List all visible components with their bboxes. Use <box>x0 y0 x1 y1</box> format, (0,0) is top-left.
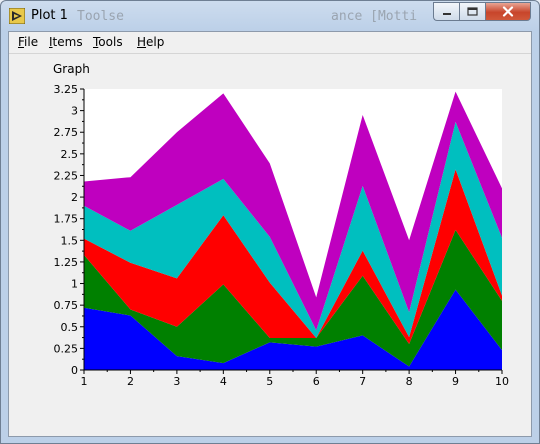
menu-items[interactable]: Items <box>49 35 83 49</box>
minimize-icon <box>442 12 451 15</box>
y-tick-label: 0.5 <box>61 321 79 334</box>
y-tick-label: 1 <box>71 278 78 291</box>
minimize-button[interactable] <box>433 2 459 21</box>
x-tick-label: 5 <box>266 375 273 388</box>
graph-chart[interactable]: 0 0.25 0.5 0.75 1 1.25 1.5 1.75 2 2.25 2.5 2.75 3 3.2… <box>9 54 531 436</box>
close-button[interactable] <box>485 2 531 21</box>
y-tick-label: 3 <box>71 105 78 118</box>
menu-help[interactable]: Help <box>137 35 164 49</box>
y-tick-label: 2 <box>71 191 78 204</box>
title-bar[interactable]: Plot 1 Toolse ance [Motti <box>1 1 539 31</box>
maximize-icon <box>467 7 478 16</box>
background-window-text: Toolse <box>77 9 124 24</box>
x-tick-label: 9 <box>452 375 459 388</box>
window-title: Plot 1 <box>31 8 68 23</box>
y-tick-label: 0.75 <box>54 299 79 312</box>
x-tick-label: 1 <box>81 375 88 388</box>
graph-panel: Graph 0 0.25 0.5 0.75 1 1.25 1.5 1.75 2 2.25 2.5 2.… <box>9 54 531 436</box>
maximize-button[interactable] <box>459 2 485 21</box>
y-tick-label: 1.25 <box>54 256 79 269</box>
y-tick-label: 0 <box>71 364 78 377</box>
labview-app-icon <box>9 8 25 24</box>
x-tick-label: 6 <box>313 375 320 388</box>
y-tick-label: 2.5 <box>61 148 79 161</box>
y-tick-label: 0.25 <box>54 342 79 355</box>
x-tick-label: 8 <box>406 375 413 388</box>
menu-bar: File Items Tools Help <box>9 32 531 52</box>
x-tick-label: 7 <box>359 375 366 388</box>
x-tick-label: 10 <box>495 375 509 388</box>
menu-file[interactable]: File <box>18 35 38 49</box>
close-icon <box>502 6 514 17</box>
menu-tools[interactable]: Tools <box>93 35 123 49</box>
y-tick-label: 3.25 <box>54 83 79 96</box>
y-tick-label: 1.75 <box>54 213 79 226</box>
y-tick-label: 1.5 <box>61 234 79 247</box>
y-tick-label: 2.25 <box>54 169 79 182</box>
x-tick-label: 3 <box>173 375 180 388</box>
y-tick-label: 2.75 <box>54 126 79 139</box>
plot-window: Plot 1 Toolse ance [Motti File Items Too… <box>0 0 540 444</box>
x-tick-label: 2 <box>127 375 134 388</box>
x-tick-label: 4 <box>220 375 227 388</box>
window-client-area: File Items Tools Help Graph 0 0.25 0.5 0.75… <box>8 31 532 437</box>
background-window-text: ance [Motti <box>331 9 418 24</box>
